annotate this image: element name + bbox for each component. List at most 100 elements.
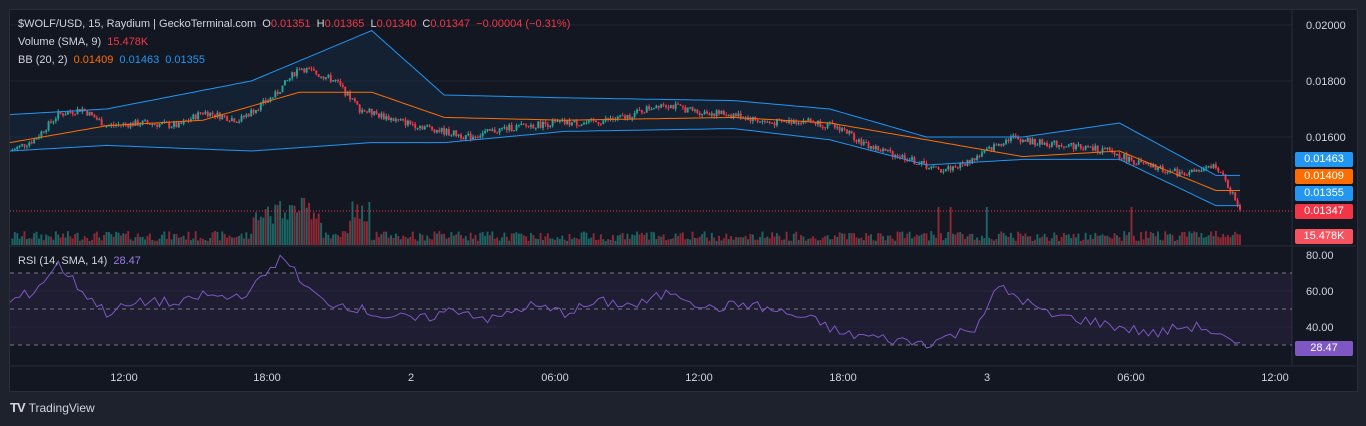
candle-body xyxy=(394,119,397,121)
candle-body xyxy=(544,121,547,124)
volume-bar xyxy=(1137,240,1140,245)
bb-lower-tag: 0.01355 xyxy=(1295,186,1353,201)
candle-body xyxy=(1019,139,1022,143)
volume-bar xyxy=(1198,237,1200,245)
volume-bar xyxy=(18,238,21,245)
volume-bar xyxy=(170,239,173,245)
volume-bar xyxy=(573,237,576,245)
volume-bar xyxy=(739,237,742,245)
volume-bar xyxy=(40,234,43,245)
candle-body xyxy=(312,69,315,71)
candle-body xyxy=(1048,146,1051,148)
volume-bar xyxy=(1217,236,1220,245)
candle-body xyxy=(640,110,643,113)
candle-body xyxy=(1217,168,1220,172)
volume-bar xyxy=(833,235,836,245)
candle-body xyxy=(129,122,132,128)
volume-bar xyxy=(674,233,677,245)
volume-bar xyxy=(54,231,57,245)
volume-bar xyxy=(488,235,491,245)
candle-body xyxy=(901,155,904,158)
volume-bar xyxy=(385,231,388,245)
candle-body xyxy=(327,75,330,78)
volume-bar xyxy=(780,240,783,245)
high-value: 0.01365 xyxy=(324,18,365,30)
candle-body xyxy=(380,113,383,118)
candle-body xyxy=(356,101,359,105)
bb-legend[interactable]: BB (20, 2) 0.01409 0.01463 0.01355 xyxy=(18,53,208,67)
candle-body xyxy=(1198,169,1200,172)
candle-body xyxy=(353,98,356,102)
time-tick-label: 12:00 xyxy=(685,372,713,384)
volume-bar xyxy=(1222,233,1225,245)
volume-bar xyxy=(1169,233,1172,245)
volume-bar xyxy=(874,240,877,245)
candle-body xyxy=(1053,140,1056,143)
volume-bar xyxy=(698,236,701,245)
volume-bar xyxy=(402,235,405,245)
candle-body xyxy=(1231,192,1234,194)
footer[interactable]: TV TradingView xyxy=(10,400,95,415)
volume-bar xyxy=(1046,237,1049,245)
volume-bar xyxy=(1210,231,1213,245)
volume-bar xyxy=(679,233,682,245)
candle-body xyxy=(672,105,675,109)
candle-body xyxy=(508,124,511,131)
candle-body xyxy=(1096,145,1099,153)
candle-body xyxy=(197,112,200,120)
candle-body xyxy=(349,91,352,100)
volume-bar xyxy=(1113,233,1116,245)
volume-bar xyxy=(1026,236,1029,245)
volume-bar xyxy=(397,235,400,245)
volume-bar xyxy=(245,232,248,245)
candle-body xyxy=(578,125,581,127)
volume-bar xyxy=(283,212,286,245)
volume-bar xyxy=(1099,235,1102,245)
volume-bar xyxy=(520,233,523,245)
candle-body xyxy=(537,121,540,128)
volume-bar xyxy=(725,233,728,245)
volume-bar xyxy=(930,231,933,245)
volume-bar xyxy=(247,238,250,245)
time-tick-label: 2 xyxy=(408,372,414,384)
candle-body xyxy=(696,109,699,113)
candle-body xyxy=(329,75,332,82)
candle-body xyxy=(734,113,737,117)
volume-bar xyxy=(761,231,764,245)
volume-bar xyxy=(857,238,860,245)
volume-bar xyxy=(1031,240,1034,245)
candle-body xyxy=(1000,144,1003,146)
tradingview-brand: TradingView xyxy=(28,400,95,415)
candle-body xyxy=(980,152,983,157)
candle-body xyxy=(809,118,812,122)
rsi-legend[interactable]: RSI (14, SMA, 14) 28.47 xyxy=(18,254,144,268)
candle-body xyxy=(1181,171,1184,174)
candle-body xyxy=(457,134,460,136)
open-label: O xyxy=(262,18,271,30)
volume-bar xyxy=(23,231,26,245)
candle-body xyxy=(392,118,395,121)
candle-body xyxy=(40,131,43,137)
symbol-title[interactable]: $WOLF/USD, 15, Raydium | GeckoTerminal.c… xyxy=(18,18,256,30)
volume-bar xyxy=(47,236,50,245)
volume-bar xyxy=(792,233,795,245)
volume-bar xyxy=(1108,237,1111,245)
volume-bar xyxy=(440,234,443,245)
volume-bar xyxy=(826,235,829,245)
candle-body xyxy=(1002,143,1005,146)
candle-body xyxy=(378,113,380,118)
volume-bar xyxy=(1205,236,1208,245)
candle-body xyxy=(713,113,716,116)
candle-body xyxy=(247,114,250,117)
candle-body xyxy=(1171,170,1174,172)
volume-legend[interactable]: Volume (SMA, 9) 15.478K xyxy=(18,35,151,49)
candle-body xyxy=(525,124,528,126)
volume-bar xyxy=(42,240,45,245)
time-tick-label: 18:00 xyxy=(253,372,281,384)
volume-bar xyxy=(411,231,414,245)
candle-body xyxy=(435,130,438,133)
volume-label: Volume (SMA, 9) xyxy=(18,36,102,48)
candle-body xyxy=(334,79,337,81)
volume-bar xyxy=(445,238,448,245)
volume-bar xyxy=(74,234,77,245)
